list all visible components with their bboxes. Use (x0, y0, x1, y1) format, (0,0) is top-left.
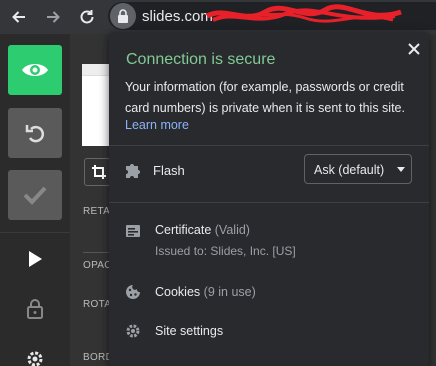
connection-description: Your information (for example, passwords… (125, 80, 405, 115)
forward-arrow-icon[interactable] (42, 6, 64, 28)
page: slides.com RETA OPAC ROTA BORDER Connect… (0, 0, 436, 366)
cookies-count: (9 in use) (203, 285, 256, 299)
close-icon[interactable] (403, 38, 425, 60)
page-info-popup: Connection is secure Your information (f… (109, 32, 429, 366)
site-settings-label: Site settings (155, 324, 224, 338)
url-host[interactable]: slides.com (142, 8, 213, 25)
play-icon[interactable] (20, 244, 50, 274)
flash-permission-select[interactable]: Ask (default) (304, 154, 412, 184)
certificate-row[interactable]: Certificate (Valid) Issued to: Slides, I… (109, 214, 429, 264)
popup-divider (109, 145, 429, 146)
reload-icon[interactable] (76, 6, 98, 28)
panel-label-opac: OPAC (83, 260, 112, 271)
flash-label: Flash (153, 163, 185, 178)
gear-icon (123, 321, 143, 341)
puzzle-icon (123, 160, 143, 180)
editor-sidebar (0, 34, 70, 366)
back-arrow-icon[interactable] (8, 6, 30, 28)
popup-divider (109, 202, 429, 203)
panel-label-reta: RETA (83, 206, 111, 217)
site-settings-row[interactable]: Site settings (109, 316, 429, 346)
padlock-icon[interactable] (20, 294, 50, 324)
browser-toolbar: slides.com (0, 0, 436, 34)
sidebar-divider (0, 232, 70, 233)
panel-label-rota: ROTA (83, 299, 112, 310)
preview-button[interactable] (8, 45, 62, 95)
connection-status-title: Connection is secure (126, 51, 276, 68)
cookie-icon (123, 282, 143, 302)
learn-more-link[interactable]: Learn more (125, 118, 189, 132)
redaction-scribble (205, 4, 402, 23)
cookies-row[interactable]: Cookies (9 in use) (109, 278, 429, 308)
certificate-issued-to: Issued to: Slides, Inc. [US] (155, 244, 296, 258)
cookies-label: Cookies (9 in use) (155, 285, 256, 299)
chevron-down-icon (397, 167, 405, 172)
certificate-icon (123, 221, 143, 241)
flash-select-value: Ask (default) (314, 163, 385, 177)
eye-icon (22, 64, 48, 76)
save-button[interactable] (8, 170, 62, 220)
panel-divider (83, 252, 111, 253)
certificate-label: Certificate (Valid) (155, 223, 250, 237)
gear-icon[interactable] (20, 344, 50, 366)
lock-icon[interactable] (110, 3, 136, 29)
undo-icon (25, 125, 45, 143)
certificate-status: (Valid) (214, 223, 250, 237)
check-icon (23, 186, 47, 205)
undo-button[interactable] (8, 108, 62, 158)
